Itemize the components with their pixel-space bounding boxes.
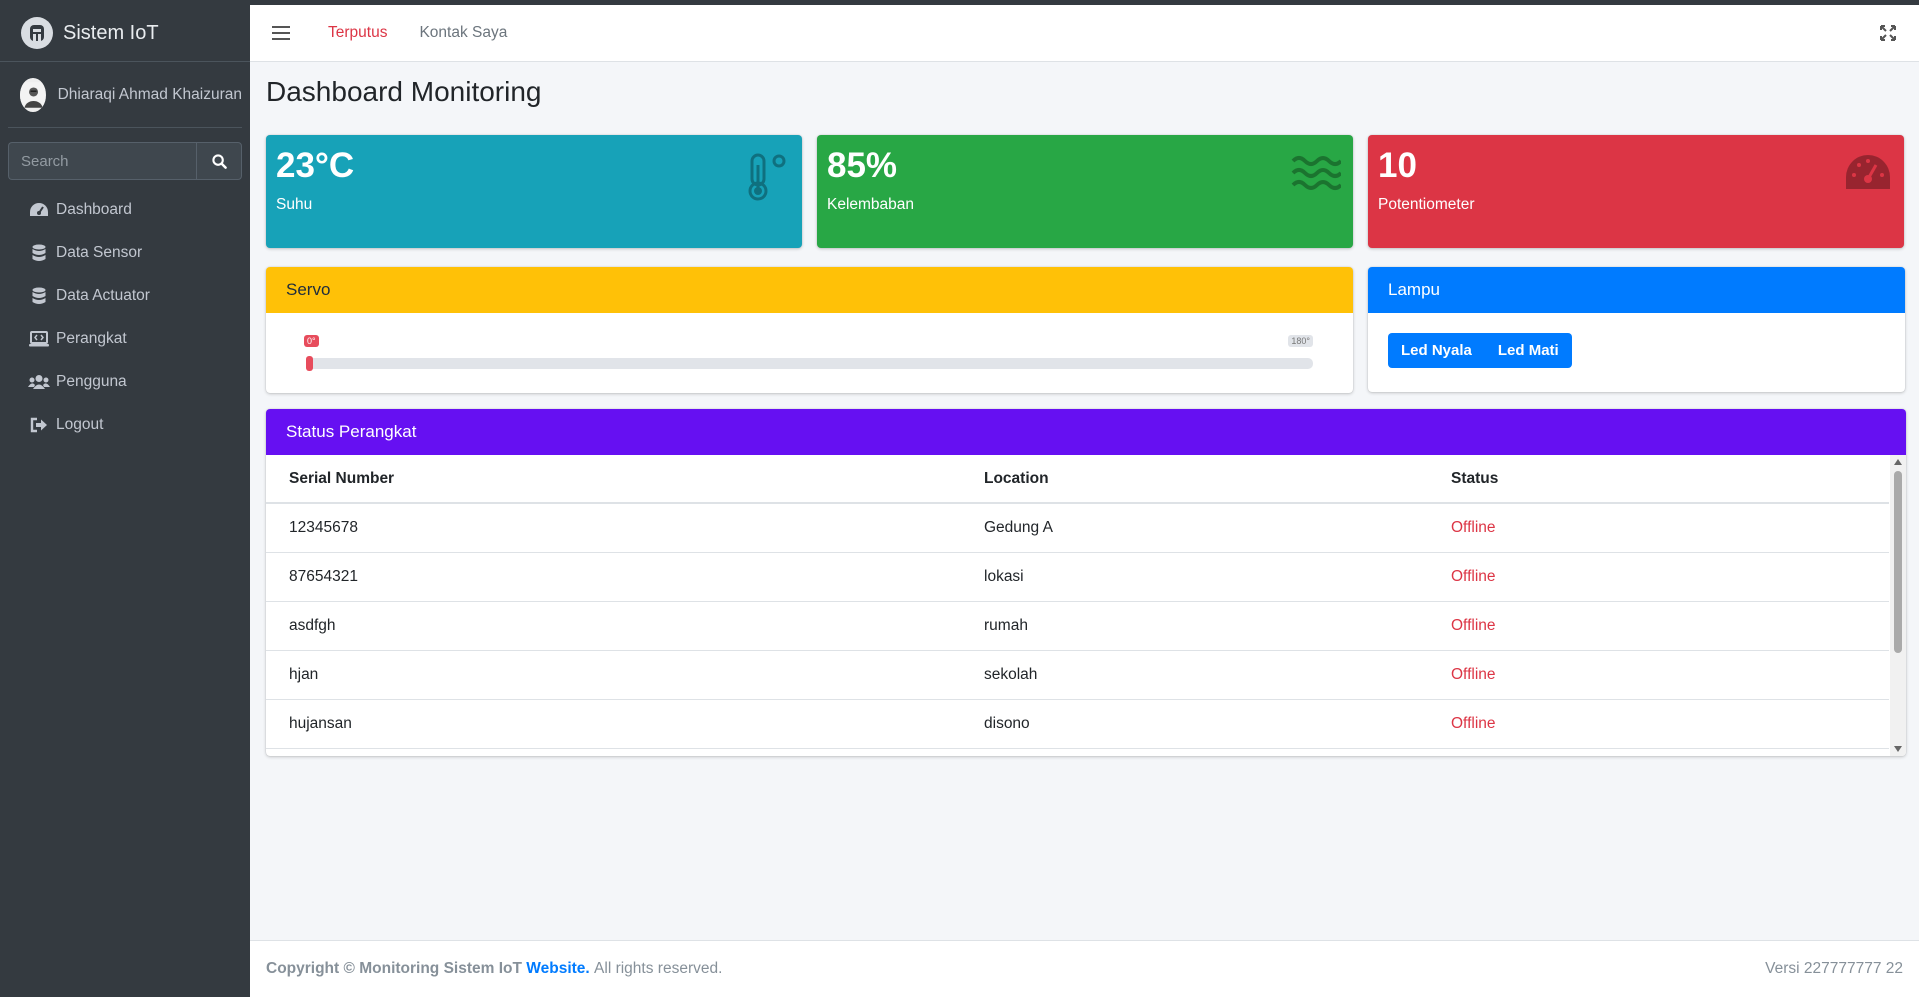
table-row: hjan sekolah Offline: [266, 650, 1889, 700]
column-header: Location: [984, 455, 1451, 504]
slider-max-label: 180°: [1288, 335, 1313, 347]
column-header: Status: [1451, 455, 1889, 504]
led-button-group: Led Nyala Led Mati: [1388, 333, 1905, 368]
sidebar-item-label: Dashboard: [56, 200, 132, 218]
status-cell: Offline: [1451, 699, 1889, 749]
sidebar-item-label: Perangkat: [56, 329, 127, 347]
footer-copyright: Copyright © Monitoring Sistem IoT: [266, 960, 522, 977]
tachometer-icon: [28, 200, 50, 220]
slider-track[interactable]: [306, 356, 1313, 371]
device-status-table: Serial Number Location Status 12345678 G…: [266, 455, 1889, 749]
footer-website-link[interactable]: Website.: [526, 960, 589, 978]
serial-number-cell: 87654321: [266, 552, 984, 602]
column-header: Serial Number: [266, 455, 984, 504]
avatar: [20, 77, 46, 112]
database-icon: [28, 243, 50, 263]
gauge-icon: [1846, 155, 1890, 189]
lampu-card: Lampu Led Nyala Led Mati: [1368, 267, 1905, 392]
footer: Copyright © Monitoring Sistem IoT Websit…: [250, 940, 1919, 997]
connection-status-link[interactable]: Terputus: [328, 24, 387, 42]
location-cell: lokasi: [984, 552, 1451, 602]
sidebar-item-data-actuator[interactable]: Data Actuator: [0, 274, 250, 317]
servo-card: Servo 0° 180°: [266, 267, 1353, 393]
status-cell: Offline: [1451, 552, 1889, 602]
sidebar-item-logout[interactable]: Logout: [0, 403, 250, 446]
location-cell: sekolah: [984, 650, 1451, 700]
table-row: 12345678 Gedung A Offline: [266, 503, 1889, 553]
table-row: 87654321 lokasi Offline: [266, 552, 1889, 602]
led-on-button[interactable]: Led Nyala: [1388, 333, 1485, 368]
stat-box-suhu: 23°C Suhu: [266, 135, 802, 248]
sidebar-item-perangkat[interactable]: Perangkat: [0, 317, 250, 360]
menu-toggle-icon[interactable]: [272, 26, 290, 40]
thermometer-icon: [748, 153, 786, 201]
table-row: hujansan disono Offline: [266, 699, 1889, 749]
brand-name: Sistem IoT: [63, 21, 159, 44]
sign-out-icon: [28, 415, 50, 435]
stat-label: Kelembaban: [827, 195, 915, 213]
location-cell: disono: [984, 699, 1451, 749]
brand-logo-icon: [21, 17, 53, 49]
brand-link[interactable]: Sistem IoT: [0, 5, 250, 62]
fullscreen-icon[interactable]: [1879, 24, 1897, 42]
sidebar-item-pengguna[interactable]: Pengguna: [0, 360, 250, 403]
page-title: Dashboard Monitoring: [266, 76, 542, 107]
search-input[interactable]: [8, 142, 196, 180]
sidebar: Sistem IoT Dhiaraqi Ahmad Khaizuran Sear…: [0, 5, 250, 997]
led-off-button[interactable]: Led Mati: [1484, 333, 1572, 368]
status-cell: Offline: [1451, 503, 1889, 553]
stat-value: 10: [1378, 146, 1417, 185]
servo-card-header: Servo: [266, 267, 1353, 313]
serial-number-cell: hujansan: [266, 699, 984, 749]
footer-rights: All rights reserved.: [594, 960, 723, 977]
stat-label: Potentiometer: [1378, 195, 1475, 213]
scroll-up-arrow-icon[interactable]: [1894, 459, 1902, 465]
status-cell: Offline: [1451, 601, 1889, 651]
scroll-down-arrow-icon[interactable]: [1894, 746, 1902, 752]
user-panel[interactable]: Dhiaraqi Ahmad Khaizuran: [8, 62, 242, 128]
users-icon: [28, 372, 50, 392]
stat-box-potentiometer: 10 Potentiometer: [1368, 135, 1904, 248]
user-name[interactable]: Dhiaraqi Ahmad Khaizuran: [58, 86, 242, 104]
scroll-thumb[interactable]: [1894, 471, 1902, 653]
sidebar-item-dashboard[interactable]: Dashboard: [0, 188, 250, 231]
stat-value: 85%: [827, 146, 898, 185]
slider-min-label: 0°: [304, 335, 319, 347]
stat-box-kelembaban: 85% Kelembaban: [817, 135, 1353, 248]
stat-value: 23°C: [276, 146, 355, 185]
serial-number-cell: 12345678: [266, 503, 984, 553]
database-icon: [28, 286, 50, 306]
servo-slider[interactable]: 0° 180°: [286, 313, 1333, 393]
stat-label: Suhu: [276, 195, 313, 213]
sidebar-item-label: Logout: [56, 415, 104, 433]
serial-number-cell: asdfgh: [266, 601, 984, 651]
sidebar-item-label: Data Sensor: [56, 243, 143, 261]
table-header-row: Serial Number Location Status: [266, 455, 1889, 504]
table-row: asdfgh rumah Offline: [266, 601, 1889, 651]
top-navbar: Terputus Kontak Saya: [250, 5, 1919, 62]
contact-link[interactable]: Kontak Saya: [419, 24, 507, 42]
search-button[interactable]: [196, 142, 242, 180]
device-status-card: Status Perangkat Serial Number Location …: [266, 409, 1906, 756]
lampu-card-header: Lampu: [1368, 267, 1905, 313]
sidebar-item-label: Pengguna: [56, 372, 127, 390]
location-cell: Gedung A: [984, 503, 1451, 553]
sidebar-item-label: Data Actuator: [56, 286, 150, 304]
sidebar-search: [8, 142, 242, 180]
water-icon: [1291, 156, 1341, 190]
laptop-code-icon: [28, 329, 50, 349]
search-icon: [211, 153, 227, 169]
location-cell: rumah: [984, 601, 1451, 651]
sidebar-item-data-sensor[interactable]: Data Sensor: [0, 231, 250, 274]
device-status-header: Status Perangkat: [266, 409, 1906, 455]
status-cell: Offline: [1451, 650, 1889, 700]
table-scrollbar[interactable]: [1890, 455, 1906, 756]
serial-number-cell: hjan: [266, 650, 984, 700]
slider-handle[interactable]: [306, 356, 313, 371]
sidebar-nav: Dashboard Data Sensor Data Actuator Pera…: [0, 188, 250, 446]
footer-version: Versi 227777777 22: [1765, 960, 1903, 977]
